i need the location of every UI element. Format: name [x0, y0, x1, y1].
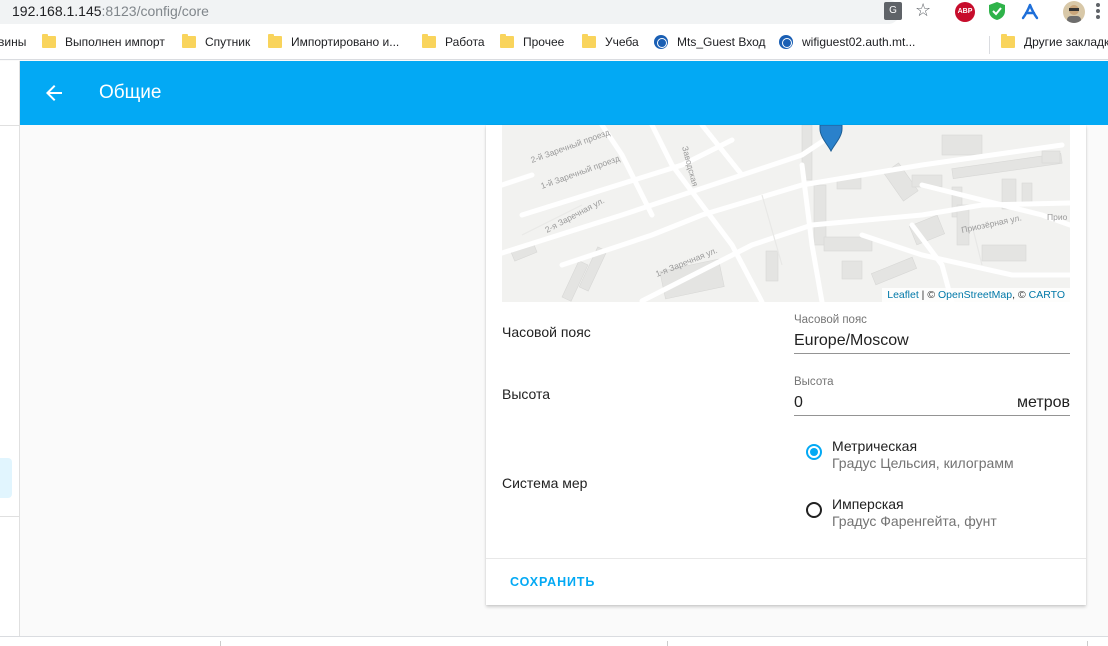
unit-system-row-label: Система мер: [502, 475, 588, 491]
bookmark-item[interactable]: Импортировано и...: [268, 34, 399, 50]
bookmark-label: Импортировано и...: [291, 35, 400, 49]
sidebar-selected-item[interactable]: [0, 458, 12, 498]
address-bar[interactable]: 192.168.1.145:8123/config/core: [0, 0, 900, 24]
imperial-option[interactable]: Имперская Градус Фаренгейта, фунт: [806, 495, 997, 529]
menu-icon[interactable]: [1096, 3, 1100, 19]
bottom-edge: [0, 636, 1108, 646]
bookmark-label: Учеба: [605, 35, 639, 49]
url-path: :8123/config/core: [101, 3, 209, 19]
card-actions: СОХРАНИТЬ: [486, 558, 1086, 605]
bookmark-item[interactable]: Прочее: [500, 34, 564, 50]
browser-toolbar: 192.168.1.145:8123/config/core G ☆ ABP: [0, 0, 1108, 24]
carto-link[interactable]: CARTO: [1029, 289, 1065, 301]
metric-title: Метрическая: [832, 438, 918, 454]
adblock-icon[interactable]: ABP: [955, 2, 975, 22]
other-bookmarks-label: Другие закладк: [1024, 35, 1108, 49]
elevation-value: 0: [794, 394, 803, 411]
url-text[interactable]: 192.168.1.145:8123/config/core: [12, 3, 209, 19]
elevation-row-label: Высота: [502, 386, 551, 402]
folder-icon: [268, 34, 282, 48]
bookmarks-bar: вины Выполнен импорт Спутник Импортирова…: [0, 24, 1108, 60]
bookmark-item[interactable]: wifiguest02.auth.mt...: [779, 34, 915, 50]
attribution-sep: | ©: [918, 289, 938, 301]
map-tiles: 2-й Заречный проезд 1-й Заречный проезд …: [502, 125, 1070, 302]
elevation-input[interactable]: 0 метров: [794, 390, 1070, 416]
bookmark-item[interactable]: Выполнен импорт: [42, 34, 165, 50]
elevation-unit-suffix: метров: [1017, 394, 1070, 411]
arrow-left-icon: [46, 85, 62, 101]
timezone-field[interactable]: Часовой пояс Europe/Moscow: [794, 314, 1070, 354]
bookmark-item[interactable]: Работа: [422, 34, 485, 50]
bookmark-label: Прочее: [523, 35, 565, 49]
adblock-label: ABP: [957, 8, 973, 15]
metric-radio[interactable]: [806, 444, 822, 460]
folder-icon: [1001, 34, 1015, 48]
bookmark-item[interactable]: Mts_Guest Вход: [654, 34, 766, 50]
attribution-sep: , ©: [1012, 289, 1029, 301]
street-label-5: Прио: [1047, 212, 1068, 222]
map-attribution: Leaflet | © OpenStreetMap, © CARTO: [882, 288, 1070, 302]
star-icon[interactable]: ☆: [915, 0, 931, 21]
sidebar: [0, 61, 20, 646]
sidebar-divider: [0, 516, 20, 517]
app-header: Общие: [20, 61, 1108, 125]
folder-icon: [582, 34, 596, 48]
extension-icon[interactable]: [1020, 2, 1040, 22]
translate-icon[interactable]: G: [884, 2, 902, 20]
elevation-field-label: Высота: [794, 376, 834, 388]
globe-icon: [654, 35, 668, 49]
imperial-title: Имперская: [832, 496, 904, 512]
bookmark-label: Спутник: [205, 35, 251, 49]
shield-icon[interactable]: [988, 1, 1006, 21]
bookmark-label: вины: [0, 35, 27, 49]
other-bookmarks[interactable]: Другие закладк: [1001, 34, 1108, 50]
bookmark-item[interactable]: вины: [0, 34, 26, 50]
elevation-field[interactable]: Высота 0 метров: [794, 376, 1070, 416]
folder-icon: [422, 34, 436, 48]
metric-option[interactable]: Метрическая Градус Цельсия, килограмм: [806, 437, 1014, 471]
leaflet-link[interactable]: Leaflet: [887, 289, 919, 301]
osm-link[interactable]: OpenStreetMap: [938, 289, 1012, 301]
timezone-input[interactable]: Europe/Moscow: [794, 328, 1070, 354]
folder-icon: [42, 34, 56, 48]
timezone-value: Europe/Moscow: [794, 332, 909, 349]
timezone-field-label: Часовой пояс: [794, 314, 867, 326]
bookmark-label: Выполнен импорт: [65, 35, 165, 49]
bookmark-label: Работа: [445, 35, 485, 49]
folder-icon: [182, 34, 196, 48]
avatar[interactable]: [1063, 1, 1085, 23]
imperial-subtitle: Градус Фаренгейта, фунт: [832, 513, 997, 529]
back-button[interactable]: [42, 81, 66, 105]
bookmark-item[interactable]: Спутник: [182, 34, 250, 50]
metric-subtitle: Градус Цельсия, килограмм: [832, 455, 1014, 471]
url-host: 192.168.1.145: [12, 3, 102, 19]
core-config-card: 2-й Заречный проезд 1-й Заречный проезд …: [486, 125, 1086, 605]
bookmark-item[interactable]: Учеба: [582, 34, 639, 50]
bookmark-label: wifiguest02.auth.mt...: [802, 35, 916, 49]
folder-icon: [500, 34, 514, 48]
location-map[interactable]: 2-й Заречный проезд 1-й Заречный проезд …: [502, 125, 1070, 302]
imperial-radio[interactable]: [806, 502, 822, 518]
sidebar-divider: [0, 125, 20, 126]
bookmark-label: Mts_Guest Вход: [677, 35, 766, 49]
page-title: Общие: [99, 82, 162, 103]
globe-icon: [779, 35, 793, 49]
bookmarks-divider: [989, 36, 990, 54]
timezone-row-label: Часовой пояс: [502, 324, 591, 340]
save-button[interactable]: СОХРАНИТЬ: [502, 569, 603, 595]
